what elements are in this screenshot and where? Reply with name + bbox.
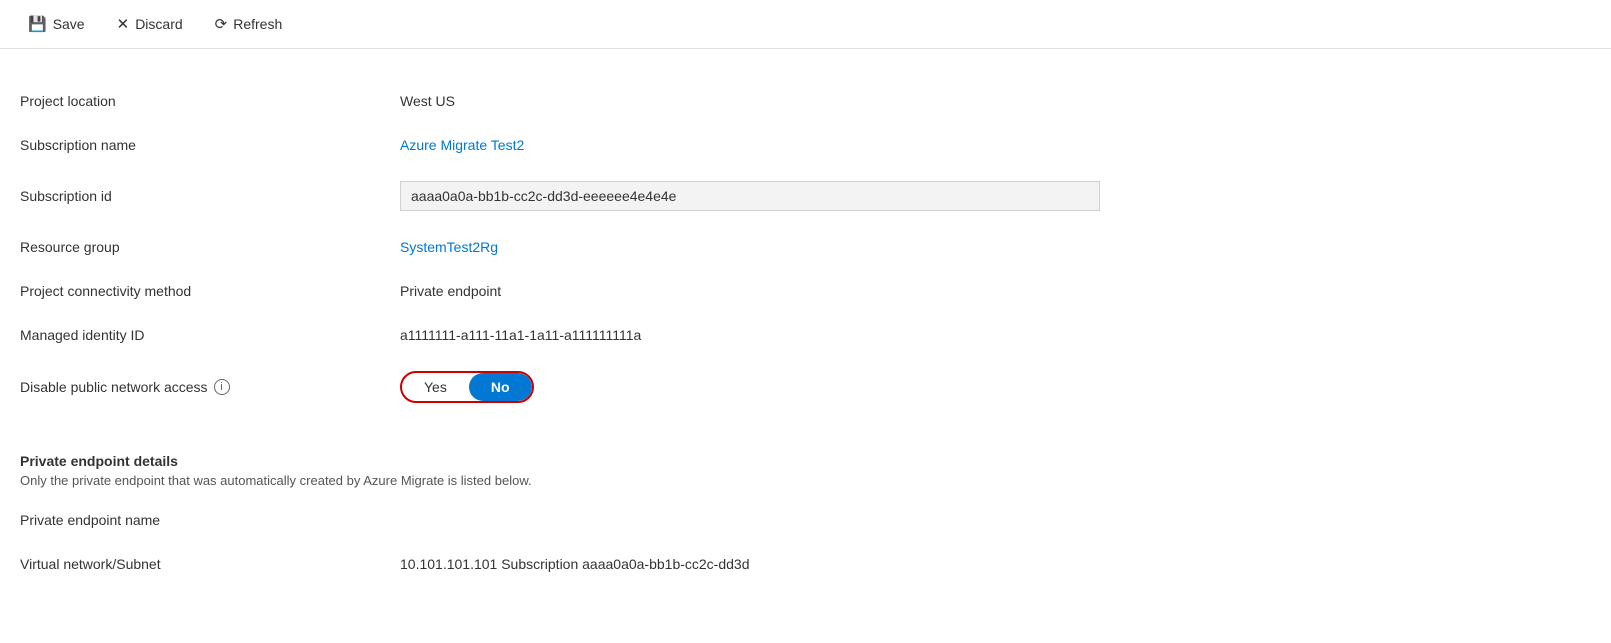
private-endpoint-section-title: Private endpoint details — [20, 433, 1580, 473]
refresh-icon: ⟳ — [215, 17, 228, 32]
toggle-no-button[interactable]: No — [469, 373, 532, 401]
disable-public-network-toggle: Yes No — [400, 357, 1580, 417]
subscription-name-value: Azure Migrate Test2 — [400, 123, 1580, 167]
project-location-value: West US — [400, 79, 1580, 123]
project-connectivity-value: Private endpoint — [400, 269, 1580, 313]
toolbar: 💾 Save ✕ Discard ⟳ Refresh — [0, 0, 1611, 49]
save-button[interactable]: 💾 Save — [20, 12, 93, 36]
refresh-label: Refresh — [233, 16, 282, 32]
refresh-button[interactable]: ⟳ Refresh — [207, 12, 291, 36]
content-area: Project location West US Subscription na… — [0, 49, 1600, 606]
disable-public-network-label: Disable public network access i — [20, 357, 400, 417]
virtual-network-value: 10.101.101.101 Subscription aaaa0a0a-bb1… — [400, 542, 1580, 586]
resource-group-value: SystemTest2Rg — [400, 225, 1580, 269]
resource-group-link[interactable]: SystemTest2Rg — [400, 239, 498, 255]
subscription-name-link[interactable]: Azure Migrate Test2 — [400, 137, 524, 153]
project-connectivity-label: Project connectivity method — [20, 269, 400, 313]
private-endpoint-name-label: Private endpoint name — [20, 498, 400, 542]
discard-icon: ✕ — [117, 17, 130, 32]
toggle-group: Yes No — [400, 371, 534, 403]
discard-button[interactable]: ✕ Discard — [109, 12, 191, 36]
virtual-network-label: Virtual network/Subnet — [20, 542, 400, 586]
discard-label: Discard — [135, 16, 182, 32]
subscription-id-box: aaaa0a0a-bb1b-cc2c-dd3d-eeeeee4e4e4e — [400, 181, 1100, 211]
private-endpoint-name-value — [400, 498, 1580, 542]
subscription-name-label: Subscription name — [20, 123, 400, 167]
info-icon[interactable]: i — [214, 379, 230, 395]
properties-grid: Project location West US Subscription na… — [20, 79, 1580, 586]
private-endpoint-section-desc: Only the private endpoint that was autom… — [20, 473, 1580, 498]
managed-identity-label: Managed identity ID — [20, 313, 400, 357]
toggle-yes-button[interactable]: Yes — [402, 373, 469, 401]
subscription-id-value: aaaa0a0a-bb1b-cc2c-dd3d-eeeeee4e4e4e — [400, 167, 1580, 225]
project-location-label: Project location — [20, 79, 400, 123]
managed-identity-value: a1111111-a111-11a1-1a11-a111111111a — [400, 313, 1580, 357]
subscription-id-label: Subscription id — [20, 167, 400, 225]
resource-group-label: Resource group — [20, 225, 400, 269]
save-label: Save — [53, 16, 85, 32]
save-icon: 💾 — [28, 17, 47, 32]
